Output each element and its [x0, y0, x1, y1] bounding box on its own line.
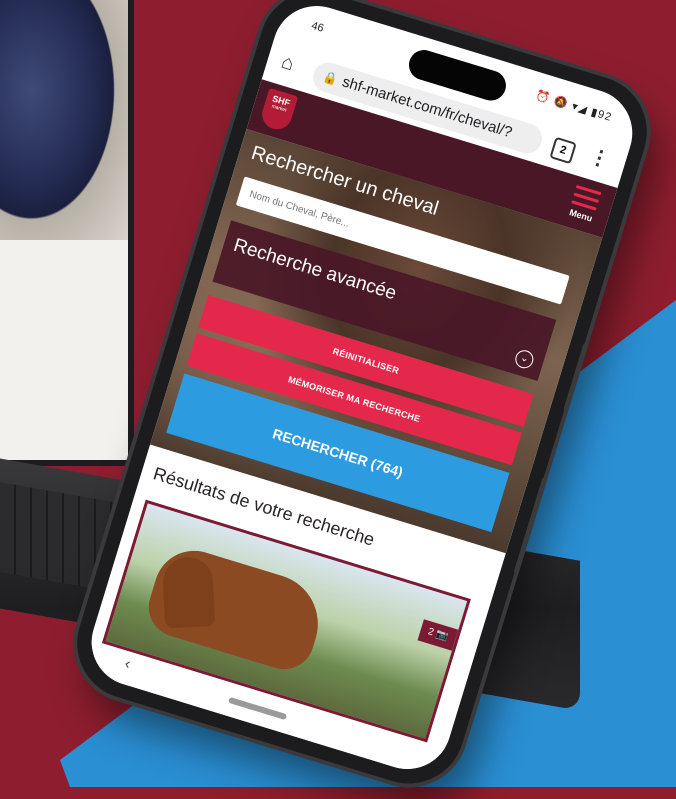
laptop-screen [0, 0, 134, 466]
horse-photo [141, 540, 331, 677]
horse-neck [161, 555, 216, 629]
home-handle[interactable] [228, 696, 288, 721]
lock-icon: 🔒 [321, 69, 340, 88]
laptop-photo [0, 0, 128, 240]
status-time: 46 [309, 19, 326, 35]
back-icon[interactable]: ‹ [122, 655, 133, 674]
tab-count-button[interactable]: 2 [549, 136, 577, 165]
shf-logo[interactable]: SHF market [258, 87, 299, 133]
photo-count-badge: 2 📷 [417, 619, 459, 651]
chevron-down-icon: ⌄ [513, 347, 536, 371]
menu-button[interactable]: Menu [563, 179, 607, 225]
photo-count: 2 [426, 626, 436, 639]
camera-icon: 📷 [434, 628, 450, 643]
status-icons: ⏰ 🔕 ▾◢ ▮92 [534, 89, 614, 124]
home-icon[interactable]: ⌂ [278, 51, 297, 77]
more-vert-icon[interactable]: ⋮ [586, 143, 613, 173]
